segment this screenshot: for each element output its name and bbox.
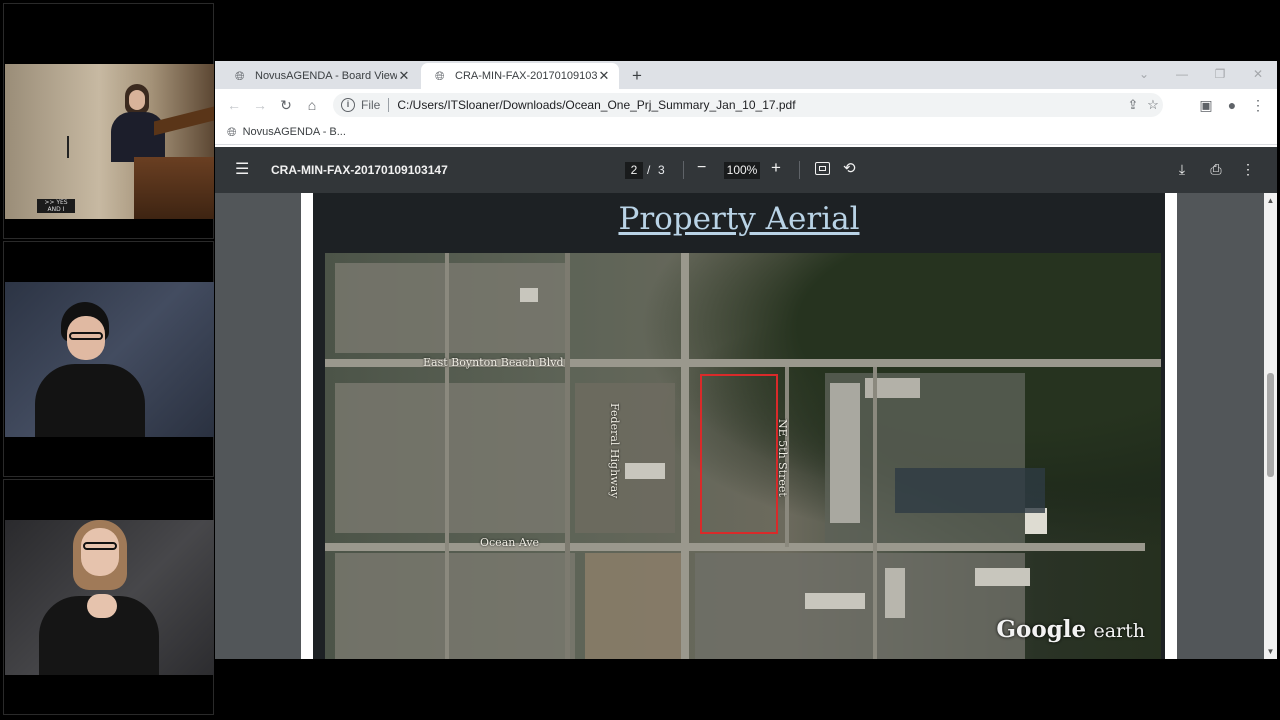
tab-pdf[interactable]: 🌐︎ CRA-MIN-FAX-20170109103147 ✕ [421, 63, 619, 89]
speaker-video: >> YES AND I [5, 64, 214, 219]
scheme-label: File [361, 98, 381, 112]
building [830, 383, 860, 523]
new-tab-button[interactable]: + [627, 66, 647, 86]
tab-search-icon[interactable]: ⌄ [1137, 67, 1151, 81]
minimize-button[interactable]: — [1175, 67, 1189, 81]
restore-button[interactable]: ❐ [1213, 67, 1227, 81]
bookmarks-bar: 🌐︎ NovusAGENDA - B... [215, 120, 1277, 145]
rotate-icon[interactable]: ⟲ [843, 159, 856, 177]
back-arrow-icon[interactable]: ← [225, 96, 243, 114]
podium [134, 157, 214, 219]
page-separator: / [647, 163, 651, 177]
star-icon[interactable]: ☆ [1145, 97, 1161, 113]
scroll-up-arrow-icon[interactable]: ▲ [1266, 196, 1275, 205]
caption-sign: >> YES AND I [37, 199, 75, 213]
page-number-input[interactable]: 2 [625, 162, 643, 179]
google-earth-watermark: Google earth [996, 616, 1145, 643]
divider [388, 98, 390, 112]
url-text[interactable]: C:/Users/ITSloaner/Downloads/Ocean_One_P… [397, 98, 795, 112]
map-block [335, 263, 565, 353]
profile-avatar-icon[interactable]: ● [1223, 96, 1241, 114]
screen: >> YES AND I 🌐︎ NovusAGENDA - Board View… [0, 0, 1280, 720]
reload-icon[interactable]: ↻ [277, 96, 295, 114]
pdf-toolbar: ☰ CRA-MIN-FAX-20170109103147 2 / 3 − 100… [215, 147, 1277, 193]
building [805, 593, 865, 609]
rail-line [565, 253, 570, 659]
road [445, 253, 449, 659]
pdf-scrollbar[interactable]: ▲ ▼ [1264, 193, 1277, 659]
globe-icon: 🌐︎ [227, 124, 237, 139]
video-tile-speaker[interactable]: >> YES AND I [3, 3, 214, 239]
tab-novusagenda[interactable]: 🌐︎ NovusAGENDA - Board View Vot ✕ [221, 63, 419, 89]
building [885, 568, 905, 618]
map-block [335, 383, 565, 533]
video-tile-interpreter-1[interactable] [3, 241, 214, 477]
tab-title: CRA-MIN-FAX-20170109103147 [455, 70, 597, 82]
page-total: 3 [658, 163, 665, 177]
more-menu-icon[interactable]: ⋮ [1249, 96, 1267, 114]
bookmark-novusagenda[interactable]: NovusAGENDA - B... [243, 126, 346, 138]
share-icon[interactable]: ⇪ [1125, 97, 1141, 113]
fit-to-page-icon[interactable] [815, 162, 830, 175]
address-bar[interactable]: i File C:/Users/ITSloaner/Downloads/Ocea… [333, 93, 1163, 117]
video-tile-interpreter-2[interactable] [3, 479, 214, 715]
slide-title: Property Aerial [618, 201, 860, 237]
menu-icon[interactable]: ☰ [235, 160, 251, 180]
pdf-viewport[interactable]: Property Aerial East Boynton Beach Blvd … [215, 193, 1277, 659]
marina [895, 468, 1045, 513]
video-panel: >> YES AND I [3, 3, 214, 715]
scroll-thumb[interactable] [1267, 373, 1274, 477]
browser-toolbar: ← → ↻ ⌂ i File C:/Users/ITSloaner/Downlo… [215, 89, 1277, 120]
pdf-page: Property Aerial East Boynton Beach Blvd … [301, 193, 1177, 659]
scroll-down-arrow-icon[interactable]: ▼ [1266, 647, 1275, 656]
interpreter-2-video [5, 520, 214, 675]
more-options-icon[interactable]: ⋮ [1239, 161, 1257, 178]
building [975, 568, 1030, 586]
property-outline [700, 374, 778, 534]
road [681, 253, 689, 659]
interpreter-2-figure [39, 520, 159, 675]
label-federal-highway: Federal Highway [608, 403, 621, 499]
interpreter-1-video [5, 282, 214, 437]
browser-window: 🌐︎ NovusAGENDA - Board View Vot ✕ 🌐︎ CRA… [215, 61, 1277, 659]
road [873, 367, 877, 659]
window-close-button[interactable]: ✕ [1251, 67, 1265, 81]
close-icon[interactable]: ✕ [597, 68, 611, 84]
interpreter-1-figure [35, 302, 145, 437]
zoom-in-icon[interactable]: + [771, 158, 781, 178]
tab-strip: 🌐︎ NovusAGENDA - Board View Vot ✕ 🌐︎ CRA… [215, 61, 1277, 89]
globe-icon: 🌐︎ [435, 69, 445, 83]
home-icon[interactable]: ⌂ [303, 96, 321, 114]
divider [799, 161, 800, 179]
label-east-boynton-beach-blvd: East Boynton Beach Blvd [423, 356, 564, 369]
side-panel-icon[interactable]: ▣ [1197, 96, 1215, 114]
building [625, 463, 665, 479]
pdf-file-name: CRA-MIN-FAX-20170109103147 [271, 163, 448, 177]
label-ne-5th-street: NE 5th Street [776, 419, 789, 497]
print-icon[interactable]: ⎙ [1207, 161, 1225, 178]
globe-icon: 🌐︎ [235, 69, 245, 83]
microphone [67, 136, 69, 158]
building [520, 288, 538, 302]
label-ocean-ave: Ocean Ave [480, 536, 540, 549]
aerial-photo: East Boynton Beach Blvd Federal Highway … [325, 253, 1161, 659]
watermark-earth: earth [1093, 620, 1145, 642]
close-icon[interactable]: ✕ [397, 68, 411, 84]
map-block [575, 383, 675, 533]
info-icon[interactable]: i [341, 98, 355, 112]
zoom-out-icon[interactable]: − [697, 159, 706, 177]
forward-arrow-icon[interactable]: → [251, 96, 269, 114]
divider [683, 161, 684, 179]
download-icon[interactable]: ⤓ [1173, 161, 1191, 178]
tab-title: NovusAGENDA - Board View Vot [255, 70, 397, 82]
slide: Property Aerial East Boynton Beach Blvd … [313, 193, 1165, 659]
zoom-input[interactable]: 100% [724, 162, 760, 179]
map-block [335, 553, 575, 659]
map-block [585, 553, 685, 659]
watermark-google: Google [996, 616, 1087, 643]
